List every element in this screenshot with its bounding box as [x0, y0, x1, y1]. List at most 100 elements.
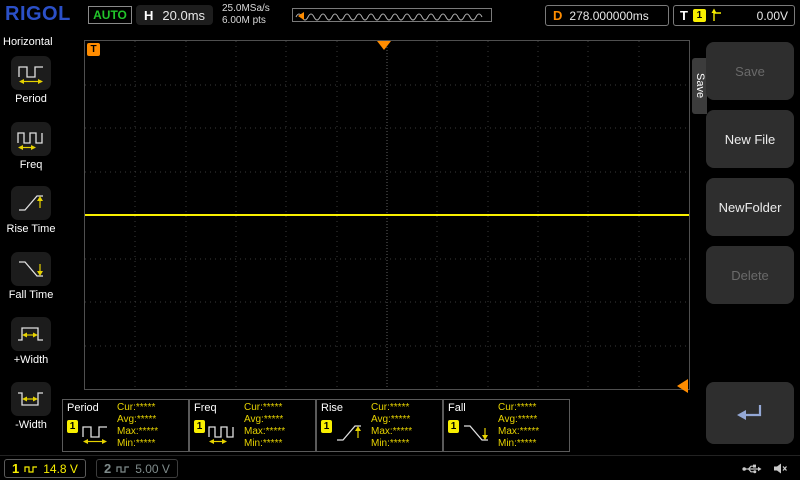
measurement-min: Min:*****	[117, 438, 156, 449]
rise-time-icon	[336, 425, 362, 441]
timebase-value: 20.0ms	[162, 7, 206, 23]
trigger-label: T	[680, 8, 688, 23]
measurement-panel: Period 1 Cur:***** Avg:***** Max:***** M…	[62, 399, 570, 452]
menu-item-label: Rise Time	[6, 223, 56, 235]
fall-time-icon	[463, 425, 489, 441]
new-folder-button[interactable]: NewFolder	[706, 178, 794, 236]
measurement-min: Min:*****	[371, 438, 410, 449]
measurement-values: Cur:***** Avg:***** Max:***** Min:*****	[244, 402, 285, 450]
channel1-number: 1	[12, 461, 20, 476]
top-bar: RIGOL AUTO H 20.0ms 25.0MSa/s 6.00M pts …	[0, 0, 800, 30]
measurement-avg: Avg:*****	[371, 414, 411, 425]
measurement-avg: Avg:*****	[244, 414, 284, 425]
trigger-position-offscreen-marker: T	[87, 43, 100, 56]
return-button[interactable]	[706, 382, 794, 444]
measurement-period: Period 1 Cur:***** Avg:***** Max:***** M…	[62, 399, 189, 452]
measurement-values: Cur:***** Avg:***** Max:***** Min:*****	[498, 402, 539, 450]
measurement-min: Min:*****	[498, 438, 537, 449]
memory-depth: 6.00M pts	[222, 15, 266, 26]
measurement-name: Fall	[448, 402, 466, 414]
menu-item-label: Freq	[19, 159, 43, 171]
menu-item-label: +Width	[13, 354, 49, 366]
channel-badge: 1	[321, 420, 332, 433]
menu-item-label: Fall Time	[8, 289, 54, 301]
channel2-status: 2 5.00 V	[96, 459, 178, 478]
measurement-max: Max:*****	[117, 426, 159, 437]
measurement-name: Freq	[194, 402, 217, 414]
trigger-level-icon	[677, 379, 688, 393]
save-button[interactable]: Save	[706, 42, 794, 100]
rigol-logo: RIGOL	[5, 3, 71, 25]
measurement-freq: Freq 1 Cur:***** Avg:***** Max:***** Min…	[189, 399, 316, 452]
trigger-source-badge: 1	[692, 9, 706, 22]
measurement-max: Max:*****	[498, 426, 540, 437]
measurement-avg: Avg:*****	[498, 414, 538, 425]
period-icon	[11, 56, 51, 90]
graticule: T	[84, 40, 690, 393]
measurement-max: Max:*****	[244, 426, 286, 437]
channel2-number: 2	[104, 461, 112, 476]
channel-badge: 1	[448, 420, 459, 433]
minus-width-icon	[11, 382, 51, 416]
speaker-icon	[774, 463, 787, 474]
left-menu-title: Horizontal	[3, 36, 53, 48]
delay-readout: D 278.000000ms	[545, 5, 669, 26]
left-menu: Horizontal Period Freq Rise Time Fall Ti…	[0, 30, 62, 455]
right-menu: Save Save New File NewFolder Delete	[692, 30, 800, 455]
period-icon	[82, 426, 108, 445]
channel-badge: 1	[194, 420, 205, 433]
delete-button[interactable]: Delete	[706, 246, 794, 304]
menu-item-period[interactable]: Period	[0, 56, 62, 105]
measurement-cur: Cur:*****	[117, 402, 156, 413]
menu-item-freq[interactable]: Freq	[0, 122, 62, 171]
measurement-avg: Avg:*****	[117, 414, 157, 425]
sample-rate: 25.0MSa/s	[222, 3, 270, 14]
measurement-fall: Fall 1 Cur:***** Avg:***** Max:***** Min…	[443, 399, 570, 452]
trigger-level: 0.00V	[756, 8, 788, 23]
waveform-preview	[292, 8, 492, 22]
status-bar: 1 14.8 V 2 5.00 V	[0, 455, 800, 480]
trigger-readout: T 1 0.00V	[673, 5, 795, 26]
measurement-cur: Cur:*****	[371, 402, 410, 413]
measurement-values: Cur:***** Avg:***** Max:***** Min:*****	[371, 402, 412, 450]
freq-icon	[11, 122, 51, 156]
channel1-trace	[85, 214, 689, 216]
rise-time-icon	[11, 186, 51, 220]
waveform-preview-trace	[295, 12, 483, 21]
menu-item-rise-time[interactable]: Rise Time	[0, 186, 62, 235]
acquisition-info: 25.0MSa/s 6.00M pts	[222, 3, 270, 27]
return-arrow-icon	[737, 405, 762, 420]
rising-edge-icon	[711, 8, 721, 21]
freq-icon	[208, 426, 234, 445]
menu-tab-save: Save	[692, 58, 707, 114]
horizontal-timebase-readout: H 20.0ms	[136, 5, 214, 25]
measurement-name: Rise	[321, 402, 344, 414]
channel2-scale: 5.00 V	[135, 461, 170, 476]
delay-value: 278.000000ms	[569, 8, 649, 23]
horizontal-label: H	[144, 7, 154, 23]
measurement-cur: Cur:*****	[498, 402, 537, 413]
plus-width-icon	[11, 317, 51, 351]
channel1-status: 1 14.8 V	[4, 459, 86, 478]
measurement-cur: Cur:*****	[244, 402, 283, 413]
new-file-button[interactable]: New File	[706, 110, 794, 168]
channel1-wave-icon	[24, 465, 38, 473]
menu-item-plus-width[interactable]: +Width	[0, 317, 62, 366]
delay-label: D	[553, 8, 563, 23]
run-status-badge: AUTO	[88, 6, 132, 24]
usb-icon	[742, 464, 762, 474]
measurement-values: Cur:***** Avg:***** Max:***** Min:*****	[117, 402, 158, 450]
menu-item-label: Period	[15, 93, 47, 105]
channel1-scale: 14.8 V	[43, 461, 78, 476]
trigger-position-icon	[377, 41, 391, 50]
measurement-min: Min:*****	[244, 438, 283, 449]
window-position-marker	[298, 12, 304, 20]
channel-badge: 1	[67, 420, 78, 433]
oscilloscope-screen: RIGOL AUTO H 20.0ms 25.0MSa/s 6.00M pts …	[0, 0, 800, 480]
menu-item-minus-width[interactable]: -Width	[0, 382, 62, 431]
measurement-name: Period	[67, 402, 99, 414]
menu-item-fall-time[interactable]: Fall Time	[0, 252, 62, 301]
menu-item-label: -Width	[15, 419, 47, 431]
measurement-rise: Rise 1 Cur:***** Avg:***** Max:***** Min…	[316, 399, 443, 452]
fall-time-icon	[11, 252, 51, 286]
